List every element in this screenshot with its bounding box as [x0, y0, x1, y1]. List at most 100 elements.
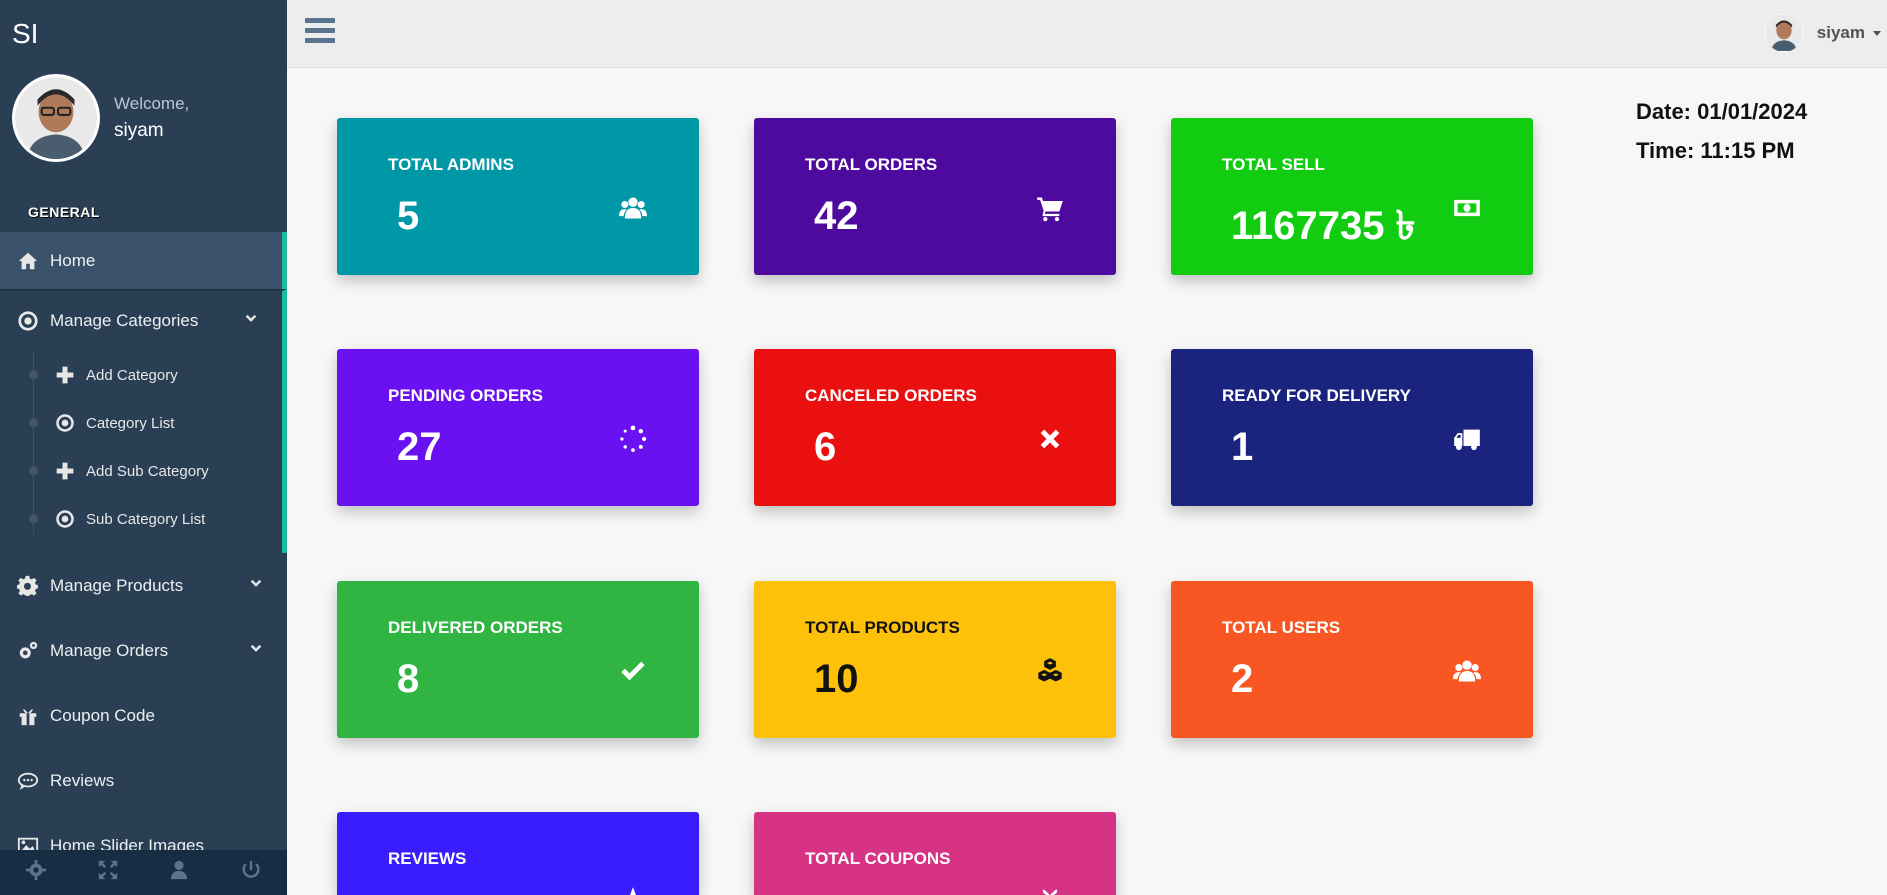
avatar: [1764, 14, 1803, 52]
stat-card-total-coupons[interactable]: TOTAL COUPONS: [754, 812, 1116, 895]
gift-icon: [16, 704, 40, 728]
card-label: READY FOR DELIVERY: [1222, 386, 1411, 405]
card-label: TOTAL PRODUCTS: [805, 618, 960, 637]
card-value: 1: [1231, 425, 1254, 469]
top-navbar: siyam: [287, 0, 1887, 68]
sidebar-item-label: Coupon Code: [50, 705, 155, 725]
card-label: TOTAL SELL: [1222, 155, 1325, 174]
truck-icon: [1451, 423, 1483, 455]
card-value: 27: [397, 425, 442, 469]
cart-icon: [1034, 192, 1066, 224]
dot-circle-icon: [16, 309, 40, 333]
fullscreen-icon: [97, 859, 119, 886]
sidebar-subitem-add-category[interactable]: Add Category: [0, 351, 282, 399]
card-value: 8: [397, 657, 420, 701]
stat-card-reviews[interactable]: REVIEWS: [337, 812, 699, 895]
card-label: TOTAL COUPONS: [805, 849, 951, 868]
card-label: REVIEWS: [388, 849, 467, 868]
sidebar-subitem-label: Add Sub Category: [86, 462, 209, 480]
caret-down-icon: [1873, 30, 1881, 36]
sidebar-item-manage-categories[interactable]: Manage Categories: [0, 291, 282, 351]
card-label: TOTAL USERS: [1222, 618, 1341, 637]
sidebar-subitem-label: Sub Category List: [86, 510, 206, 528]
sidebar-subitem-sub-category-list[interactable]: Sub Category List: [0, 495, 282, 543]
plus-icon: [54, 460, 76, 482]
date-text: Date: 01/01/2024: [1636, 99, 1808, 124]
lock-profile-button[interactable]: [144, 850, 216, 895]
sidebar: SI Welcome, siyam GENERAL Home Manage Ca…: [0, 0, 287, 895]
sidebar-item-label: Reviews: [50, 770, 115, 790]
sidebar-item-label: Manage Categories: [50, 311, 199, 330]
time-text: Time: 11:15 PM: [1636, 138, 1795, 163]
chevron-down-icon: [249, 576, 263, 596]
sidebar-subitem-label: Add Category: [86, 366, 178, 384]
sidebar-item-manage-products[interactable]: Manage Products: [0, 553, 287, 618]
settings-button[interactable]: [0, 850, 72, 895]
sidebar-footer: [0, 850, 287, 895]
gears-icon: [16, 639, 40, 663]
sidebar-item-home[interactable]: Home: [0, 232, 287, 289]
card-value: 5: [397, 194, 420, 238]
logout-button[interactable]: [215, 850, 287, 895]
gift-icon: [1034, 884, 1066, 895]
sidebar-group-categories: Manage Categories Add Category Category …: [0, 289, 287, 553]
card-value: 6: [814, 425, 837, 469]
sidebar-subitem-label: Category List: [86, 414, 175, 432]
card-value: 2: [1231, 657, 1254, 701]
gear-icon: [16, 574, 40, 598]
stat-card-total-users[interactable]: TOTAL USERS 2: [1171, 581, 1533, 738]
check-icon: [617, 655, 649, 687]
card-value: 1167735 ৳: [1231, 204, 1416, 248]
menu-toggle-icon[interactable]: [305, 18, 335, 48]
users-icon: [617, 192, 649, 224]
brand-logo[interactable]: SI: [0, 0, 287, 68]
sidebar-item-label: Manage Products: [50, 575, 184, 595]
sidebar-item-manage-orders[interactable]: Manage Orders: [0, 618, 287, 683]
dot-circle-icon: [54, 412, 76, 434]
chevron-down-icon: [244, 311, 258, 331]
sidebar-item-coupon-code[interactable]: Coupon Code: [0, 683, 287, 748]
stat-card-total-sell[interactable]: TOTAL SELL 1167735 ৳: [1171, 118, 1533, 275]
users-icon: [1451, 655, 1483, 687]
card-label: PENDING ORDERS: [388, 386, 543, 405]
section-title-general: GENERAL: [28, 204, 100, 220]
welcome-username: siyam: [114, 120, 164, 141]
stat-card-total-admins[interactable]: TOTAL ADMINS 5: [337, 118, 699, 275]
profile: Welcome, siyam: [0, 68, 287, 168]
cubes-icon: [1034, 655, 1066, 687]
sidebar-subitem-add-sub-category[interactable]: Add Sub Category: [0, 447, 282, 495]
datetime: Date: 01/01/2024 Time: 11:15 PM: [1636, 92, 1807, 170]
star-icon: [617, 884, 649, 895]
user-name: siyam: [1816, 23, 1865, 42]
stat-card-pending-orders[interactable]: PENDING ORDERS 27: [337, 349, 699, 506]
sidebar-item-label: Home: [50, 250, 96, 270]
close-icon: [1034, 423, 1066, 455]
sidebar-item-reviews[interactable]: Reviews: [0, 748, 287, 813]
plus-icon: [54, 364, 76, 386]
gear-icon: [25, 859, 47, 886]
stat-card-canceled-orders[interactable]: CANCELED ORDERS 6: [754, 349, 1116, 506]
user-dropdown[interactable]: siyam: [1764, 14, 1881, 52]
stat-card-delivered-orders[interactable]: DELIVERED ORDERS 8: [337, 581, 699, 738]
comment-icon: [16, 769, 40, 793]
stat-card-total-products[interactable]: TOTAL PRODUCTS 10: [754, 581, 1116, 738]
card-label: TOTAL ADMINS: [388, 155, 514, 174]
sidebar-subitem-category-list[interactable]: Category List: [0, 399, 282, 447]
stat-card-total-orders[interactable]: TOTAL ORDERS 42: [754, 118, 1116, 275]
avatar: [12, 74, 100, 162]
home-icon: [16, 249, 40, 273]
card-label: DELIVERED ORDERS: [388, 618, 563, 637]
user-icon: [168, 859, 190, 886]
stat-card-ready-for-delivery[interactable]: READY FOR DELIVERY 1: [1171, 349, 1533, 506]
card-label: TOTAL ORDERS: [805, 155, 938, 174]
chevron-down-icon: [249, 641, 263, 661]
dot-circle-icon: [54, 508, 76, 530]
spinner-icon: [617, 423, 649, 455]
money-icon: [1451, 192, 1483, 224]
fullscreen-button[interactable]: [72, 850, 144, 895]
card-value: 42: [814, 194, 859, 238]
card-value: 10: [814, 657, 859, 701]
card-label: CANCELED ORDERS: [805, 386, 977, 405]
welcome-text: Welcome,: [114, 94, 190, 113]
sidebar-item-label: Manage Orders: [50, 640, 169, 660]
